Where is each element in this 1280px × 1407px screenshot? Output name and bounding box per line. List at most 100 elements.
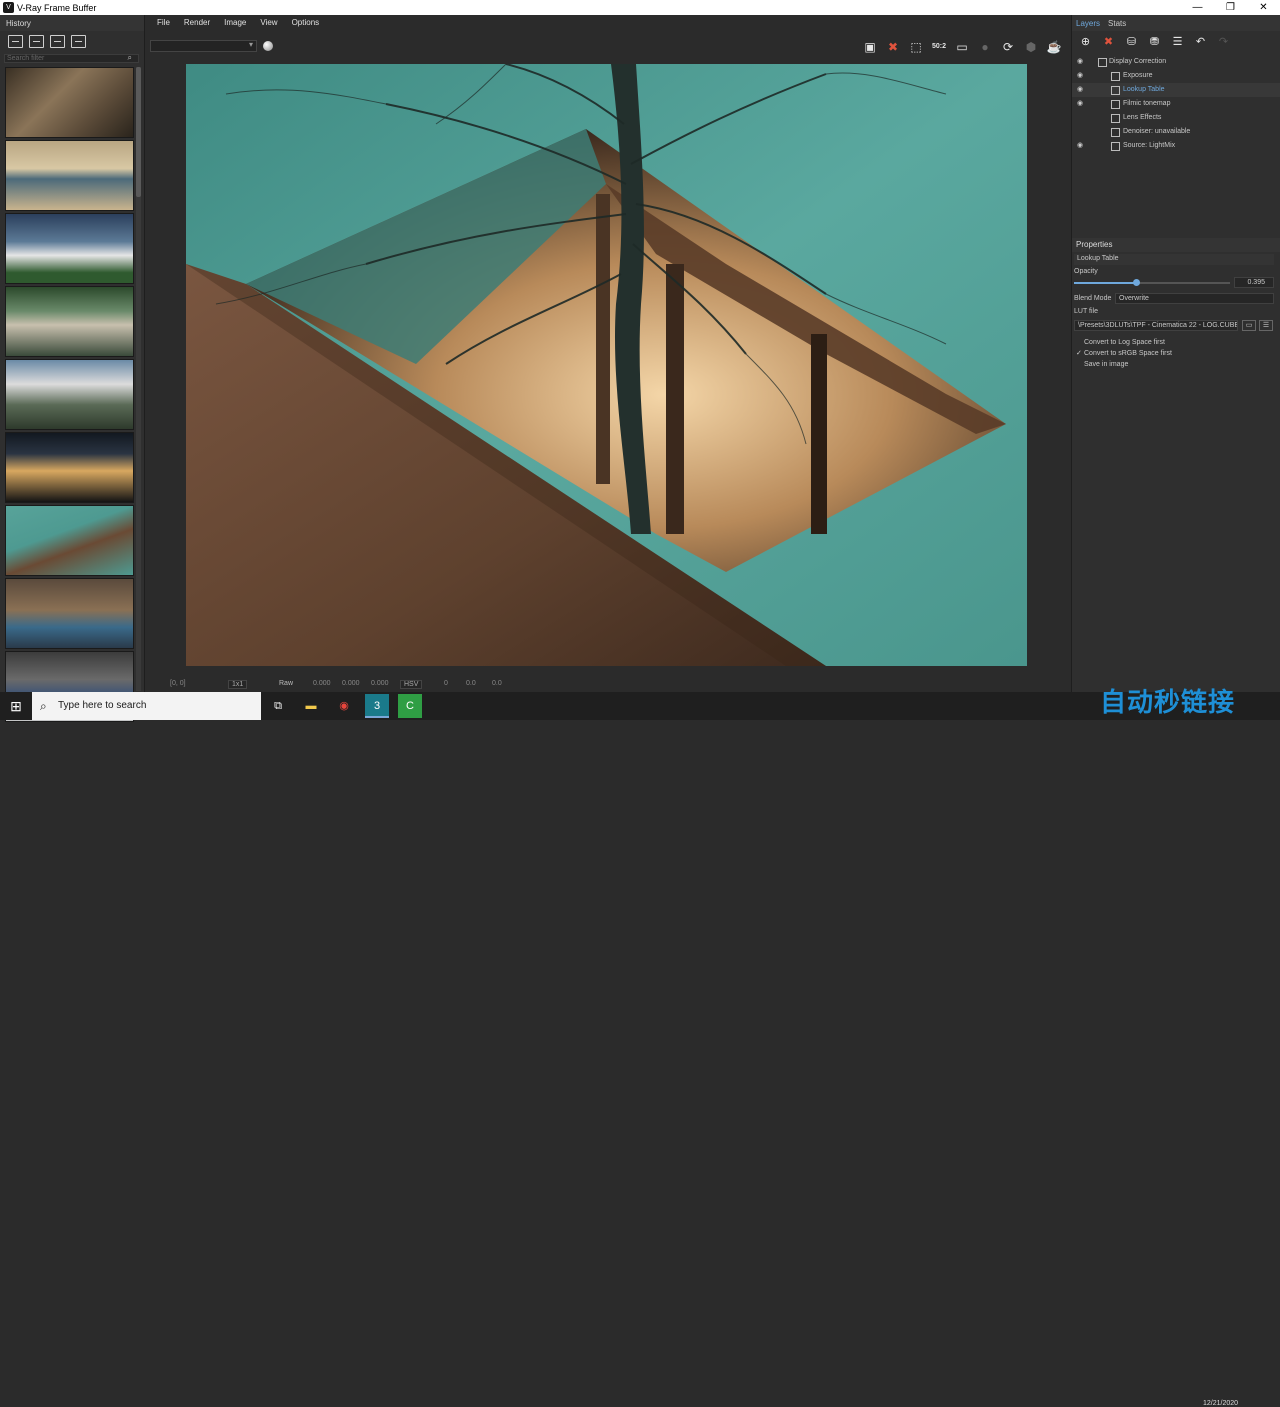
blend-mode-dropdown[interactable]: Overwrite	[1115, 293, 1274, 304]
taskbar-search-placeholder: Type here to search	[58, 700, 147, 711]
taskbar-search-input[interactable]: ⌕ Type here to search	[32, 692, 261, 720]
load-from-history-icon[interactable]	[50, 34, 65, 48]
history-thumbnail[interactable]	[5, 359, 134, 430]
eye-icon[interactable]: ◉	[1077, 83, 1083, 97]
window-title: V-Ray Frame Buffer	[17, 2, 97, 13]
load-layer-tree-icon[interactable]: ⛃	[1147, 36, 1162, 49]
3ds-max-icon[interactable]: 3	[365, 694, 389, 718]
remove-history-icon[interactable]	[71, 34, 86, 48]
pixel-ratio-dropdown[interactable]: 1x1	[228, 680, 248, 689]
pixel-g: 0.000	[342, 680, 360, 687]
layer-item-exposure[interactable]: ◉ Exposure	[1072, 69, 1280, 83]
layer-list-icon[interactable]: ☰	[1170, 36, 1185, 49]
history-thumbnail[interactable]	[5, 578, 134, 649]
lut-file-input[interactable]: \Presets\3DLUTs\TPF - Cinematica 22 - LO…	[1074, 320, 1238, 331]
history-search-input[interactable]: Search filter ⌕	[4, 54, 139, 63]
tab-stats[interactable]: Stats	[1108, 15, 1126, 31]
zoom-ratio-box[interactable]: 50:2	[931, 39, 947, 55]
history-thumbnail[interactable]	[5, 505, 134, 576]
layers-panel: Layers Stats ⊕ ✖ ⛁ ⛃ ☰ ↶ ↷ ◉ Display Cor…	[1071, 15, 1280, 692]
layer-item-source-lightmix[interactable]: ◉ Source: LightMix	[1072, 139, 1280, 153]
opacity-slider[interactable]	[1074, 279, 1230, 286]
tonemap-icon	[1111, 100, 1120, 109]
history-thumbnail[interactable]	[5, 432, 134, 503]
opacity-value-field[interactable]: 0.395	[1234, 277, 1274, 288]
interactive-render-icon[interactable]: ⟳	[1000, 39, 1016, 55]
menu-file[interactable]: File	[150, 15, 177, 32]
render-element-dropdown[interactable]	[150, 40, 257, 52]
eye-icon[interactable]: ◉	[1077, 69, 1083, 83]
undo-icon[interactable]: ↶	[1193, 36, 1208, 49]
history-thumbnail[interactable]	[5, 213, 134, 284]
title-bar: V V-Ray Frame Buffer — ❐ ✕	[0, 0, 1280, 15]
window-controls: — ❐ ✕	[1181, 0, 1280, 15]
minimize-button[interactable]: —	[1181, 0, 1214, 15]
pixel-r: 0.000	[313, 680, 331, 687]
layer-name-field[interactable]: Lookup Table	[1074, 254, 1274, 265]
layer-name: Exposure	[1123, 72, 1153, 79]
layer-tree: ◉ Display Correction ◉ Exposure ◉ Lookup…	[1072, 55, 1280, 153]
chrome-icon[interactable]: ◉	[332, 694, 356, 718]
compare-ab-icon[interactable]	[29, 34, 44, 48]
layer-item-denoiser[interactable]: Denoiser: unavailable	[1072, 125, 1280, 139]
close-button[interactable]: ✕	[1247, 0, 1280, 15]
lut-list-icon[interactable]: ☰	[1259, 320, 1273, 331]
file-explorer-icon[interactable]: ▬	[299, 694, 323, 718]
stop-render-icon[interactable]: ⬢	[1023, 39, 1039, 55]
menu-bar: File Render Image View Options	[150, 15, 326, 32]
layer-item-filmic-tonemap[interactable]: ◉ Filmic tonemap	[1072, 97, 1280, 111]
render-teapot-icon[interactable]: ☕	[1046, 39, 1062, 55]
color-picker-icon[interactable]	[263, 41, 273, 51]
checkbox-icon[interactable]	[1076, 361, 1084, 369]
layer-item-display-correction[interactable]: ◉ Display Correction	[1072, 55, 1280, 69]
menu-image[interactable]: Image	[217, 15, 253, 32]
eye-icon[interactable]: ◉	[1077, 97, 1083, 111]
add-layer-icon[interactable]: ⊕	[1078, 36, 1093, 49]
eye-icon[interactable]: ◉	[1077, 55, 1083, 69]
toolbar-icons: ▣ ✖ ⬚ 50:2 ▭ ● ⟳ ⬢ ☕	[862, 39, 1062, 55]
checkbox-icon[interactable]	[1076, 339, 1084, 347]
opacity-label: Opacity	[1074, 268, 1098, 275]
properties-header: Properties	[1072, 238, 1280, 252]
layer-item-lookup-table[interactable]: ◉ Lookup Table	[1072, 83, 1280, 97]
region-render-icon[interactable]: ⬚	[908, 39, 924, 55]
save-image-icon[interactable]: ▣	[862, 39, 878, 55]
menu-render[interactable]: Render	[177, 15, 217, 32]
camtasia-icon[interactable]: C	[398, 694, 422, 718]
pixel-b: 0.000	[371, 680, 389, 687]
clear-image-icon[interactable]: ✖	[885, 39, 901, 55]
eye-icon[interactable]: ◉	[1077, 139, 1083, 153]
render-viewport[interactable]	[186, 64, 1027, 666]
layer-item-lens-effects[interactable]: Lens Effects	[1072, 111, 1280, 125]
history-toolbar	[0, 31, 144, 51]
track-mouse-icon[interactable]: ●	[977, 39, 993, 55]
history-thumbnail[interactable]	[5, 286, 134, 357]
blend-mode-label: Blend Mode	[1074, 295, 1112, 302]
source-icon	[1111, 142, 1120, 151]
redo-icon[interactable]: ↷	[1216, 36, 1231, 49]
checkbox-label: Convert to Log Space first	[1084, 339, 1165, 346]
menu-view[interactable]: View	[253, 15, 284, 32]
pixel-v: 0.0	[492, 680, 502, 687]
vray-logo-icon: V	[3, 2, 14, 13]
save-to-history-icon[interactable]	[8, 34, 23, 48]
checkmark-icon[interactable]: ✓	[1076, 350, 1084, 358]
save-layer-tree-icon[interactable]: ⛁	[1124, 36, 1139, 49]
opacity-slider-handle[interactable]	[1132, 279, 1140, 286]
windows-start-icon[interactable]: ⊞	[0, 692, 32, 720]
layer-name: Denoiser: unavailable	[1123, 128, 1191, 135]
tab-layers[interactable]: Layers	[1076, 15, 1100, 31]
history-scrollbar[interactable]	[136, 67, 141, 691]
browse-lut-icon[interactable]: ▭	[1242, 320, 1256, 331]
windows-taskbar: ⊞ ⌕ Type here to search ⧉ ▬ ◉ 3 C 12/21/…	[0, 692, 1280, 1407]
history-thumbnail[interactable]	[5, 140, 134, 211]
layer-name: Display Correction	[1109, 58, 1167, 65]
delete-layer-icon[interactable]: ✖	[1101, 36, 1116, 49]
restore-button[interactable]: ❐	[1214, 0, 1247, 15]
render-region-icon[interactable]: ▭	[954, 39, 970, 55]
task-view-icon[interactable]: ⧉	[266, 694, 290, 718]
opacity-slider-fill	[1074, 282, 1136, 284]
color-mode-dropdown[interactable]: HSV	[400, 680, 423, 689]
menu-options[interactable]: Options	[285, 15, 327, 32]
history-thumbnail[interactable]	[5, 67, 134, 138]
